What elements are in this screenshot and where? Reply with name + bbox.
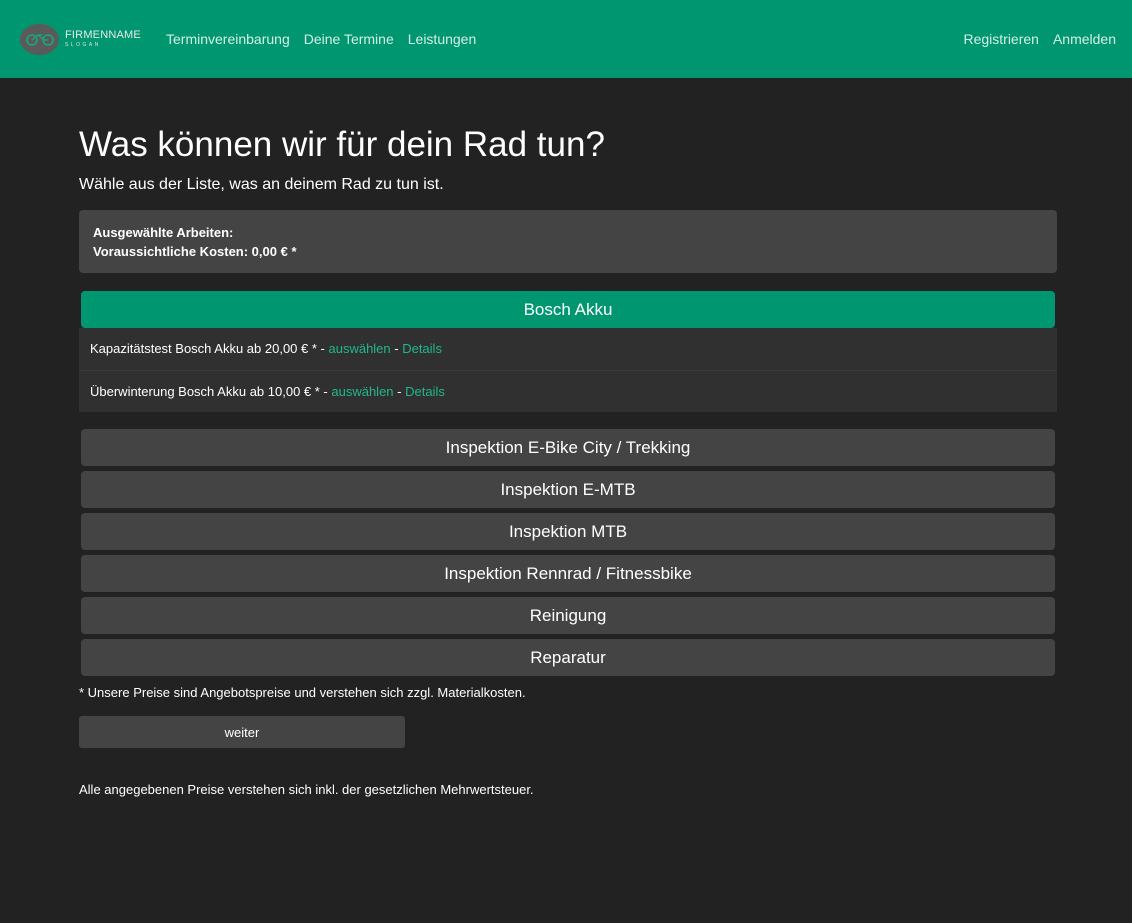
service-details-link[interactable]: Details — [405, 384, 445, 399]
brand-name: FIRMENNAME — [65, 29, 141, 41]
nav-link-anmelden[interactable]: Anmelden — [1053, 31, 1116, 47]
category-header-inspektion-emtb[interactable]: Inspektion E-MTB — [81, 471, 1055, 508]
account-nav: Registrieren Anmelden — [963, 31, 1116, 47]
brand-logo[interactable]: FIRMENNAME SLOGAN — [20, 23, 166, 55]
category-header-bosch-akku[interactable]: Bosch Akku — [81, 291, 1055, 328]
main-nav: Terminvereinbarung Deine Termine Leistun… — [166, 31, 476, 47]
estimated-cost-label: Voraussichtliche Kosten: 0,00 € * — [93, 244, 297, 259]
vat-note: Alle angegebenen Preise verstehen sich i… — [79, 782, 534, 797]
category-header-inspektion-ebike-city[interactable]: Inspektion E-Bike City / Trekking — [81, 429, 1055, 466]
next-button[interactable]: weiter — [79, 716, 405, 748]
service-row: Überwinterung Bosch Akku ab 10,00 € * - … — [79, 370, 1057, 412]
separator: - — [393, 384, 406, 399]
nav-link-registrieren[interactable]: Registrieren — [963, 31, 1038, 47]
service-details-link[interactable]: Details — [402, 341, 442, 356]
select-service-link[interactable]: auswählen — [328, 341, 390, 356]
selected-works-label: Ausgewählte Arbeiten: — [93, 225, 234, 240]
service-row: Kapazitätstest Bosch Akku ab 20,00 € * -… — [79, 328, 1057, 370]
price-footnote: * Unsere Preise sind Angebotspreise und … — [79, 685, 526, 700]
nav-link-deine-termine[interactable]: Deine Termine — [304, 31, 394, 47]
main-content: Was können wir für dein Rad tun? Wähle a… — [79, 78, 1057, 797]
service-text: Überwinterung Bosch Akku ab 10,00 € * - — [90, 384, 332, 399]
top-navbar: FIRMENNAME SLOGAN Terminvereinbarung Dei… — [0, 0, 1132, 78]
service-text: Kapazitätstest Bosch Akku ab 20,00 € * - — [90, 341, 329, 356]
service-list: Kapazitätstest Bosch Akku ab 20,00 € * -… — [79, 328, 1057, 412]
category-panel-bosch-akku: Bosch Akku Kapazitätstest Bosch Akku ab … — [79, 291, 1057, 412]
nav-link-terminvereinbarung[interactable]: Terminvereinbarung — [166, 31, 290, 47]
nav-link-leistungen[interactable]: Leistungen — [408, 31, 477, 47]
select-service-link[interactable]: auswählen — [331, 384, 393, 399]
category-list: Inspektion E-Bike City / Trekking Inspek… — [79, 429, 1057, 676]
selection-summary: Ausgewählte Arbeiten: Voraussichtliche K… — [79, 210, 1057, 273]
category-header-reparatur[interactable]: Reparatur — [81, 639, 1055, 676]
category-header-inspektion-rennrad[interactable]: Inspektion Rennrad / Fitnessbike — [81, 555, 1055, 592]
category-header-inspektion-mtb[interactable]: Inspektion MTB — [81, 513, 1055, 550]
page-title: Was können wir für dein Rad tun? — [79, 125, 605, 164]
separator: - — [390, 341, 403, 356]
bike-logo-icon — [20, 23, 59, 55]
category-header-reinigung[interactable]: Reinigung — [81, 597, 1055, 634]
page-subtitle: Wähle aus der Liste, was an deinem Rad z… — [79, 176, 444, 193]
brand-slogan: SLOGAN — [65, 42, 101, 48]
